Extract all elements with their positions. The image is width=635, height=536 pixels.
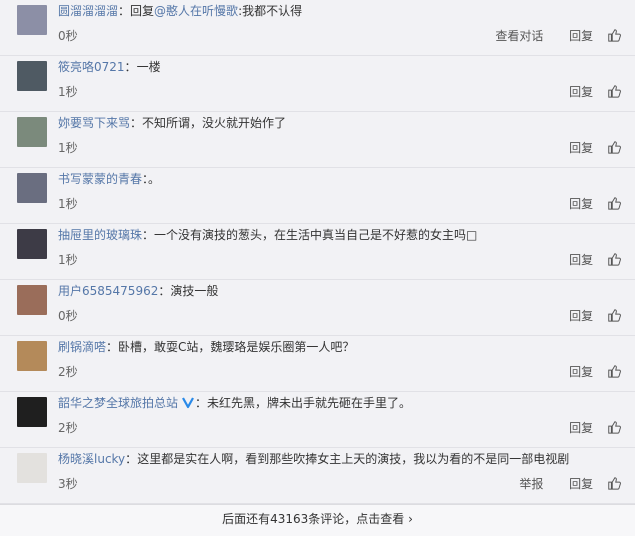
verified-v-icon: [181, 395, 195, 409]
comment-actions: 回复: [547, 308, 621, 324]
thumbs-up-icon[interactable]: [607, 476, 621, 490]
thumbs-up-icon[interactable]: [607, 364, 621, 378]
avatar[interactable]: [17, 229, 47, 259]
comment-text: 不知所谓，没火就开始作了: [142, 116, 287, 130]
comment-actions: 查看对话 回复: [473, 28, 621, 44]
comment-line: 圆溜溜溜溜：回复@憨人在听慢歌:我都不认得: [58, 2, 302, 20]
mention-link[interactable]: @憨人在听慢歌: [154, 4, 238, 18]
comment-actions: 回复: [547, 420, 621, 436]
timestamp: 2秒: [58, 421, 78, 435]
thumbs-up-icon[interactable]: [607, 196, 621, 210]
reply-button[interactable]: 回复: [569, 197, 593, 211]
comment-item: 韶华之梦全球旅拍总站 ：未红先黑，牌未出手就先砸在手里了。 2秒 回复: [0, 392, 635, 448]
comment-text: 一个没有演技的葱头，在生活中真当自己是不好惹的女主吗□: [154, 228, 478, 242]
avatar[interactable]: [17, 173, 47, 203]
comment-actions: 回复: [547, 364, 621, 380]
reply-button[interactable]: 回复: [569, 365, 593, 379]
comment-item: 书写蒙蒙的青春：。 1秒 回复: [0, 168, 635, 224]
colon: ：: [118, 4, 131, 18]
thumbs-up-icon[interactable]: [607, 308, 621, 322]
timestamp: 1秒: [58, 141, 78, 155]
avatar[interactable]: [17, 61, 47, 91]
reply-button[interactable]: 回复: [569, 85, 593, 99]
username-link[interactable]: 韶华之梦全球旅拍总站: [58, 396, 178, 410]
timestamp: 2秒: [58, 365, 78, 379]
timestamp: 0秒: [58, 29, 78, 43]
comment-actions: 回复: [547, 196, 621, 212]
reply-button[interactable]: 回复: [569, 141, 593, 155]
comment-line: 用户6585475962：演技一般: [58, 282, 218, 300]
reply-prefix: 回复: [130, 4, 155, 18]
comment-text: 未红先黑，牌未出手就先砸在手里了。: [207, 396, 412, 410]
timestamp: 1秒: [58, 197, 78, 211]
thumbs-up-icon[interactable]: [607, 420, 621, 434]
thumbs-up-icon[interactable]: [607, 140, 621, 154]
comment-line: 书写蒙蒙的青春：。: [58, 170, 160, 188]
reply-button[interactable]: 回复: [569, 29, 593, 43]
thumbs-up-icon[interactable]: [607, 28, 621, 42]
username-link[interactable]: 妳要骂下来骂: [58, 116, 130, 130]
avatar[interactable]: [17, 5, 47, 35]
comment-line: 妳要骂下来骂：不知所谓，没火就开始作了: [58, 114, 286, 132]
comment-actions: 回复: [547, 84, 621, 100]
comment-text: 一楼: [136, 60, 161, 74]
thumbs-up-icon[interactable]: [607, 84, 621, 98]
comment-item: 妳要骂下来骂：不知所谓，没火就开始作了 1秒 回复: [0, 112, 635, 168]
comment-item: 筱亮咯0721：一楼 1秒 回复: [0, 56, 635, 112]
comment-line: 抽屉里的玻璃珠：一个没有演技的葱头，在生活中真当自己是不好惹的女主吗□: [58, 226, 477, 244]
username-link[interactable]: 用户6585475962: [58, 284, 158, 298]
comment-line: 刷锅滴嗒：卧槽，敢耍C站，魏璎珞是娱乐圈第一人吧？: [58, 338, 354, 356]
comment-item: 圆溜溜溜溜：回复@憨人在听慢歌:我都不认得 0秒 查看对话 回复: [0, 0, 635, 56]
colon: ：: [125, 452, 138, 466]
comment-line: 筱亮咯0721：一楼: [58, 58, 161, 76]
username-link[interactable]: 刷锅滴嗒: [58, 340, 106, 354]
avatar[interactable]: [17, 117, 47, 147]
colon: ：: [142, 228, 155, 242]
avatar[interactable]: [17, 453, 47, 483]
timestamp: 1秒: [58, 85, 78, 99]
username-link[interactable]: 筱亮咯0721: [58, 60, 125, 74]
username-link[interactable]: 抽屉里的玻璃珠: [58, 228, 142, 242]
avatar[interactable]: [17, 397, 47, 427]
colon: ：: [130, 116, 143, 130]
avatar[interactable]: [17, 341, 47, 371]
comment-text: 卧槽，敢耍C站，魏璎珞是娱乐圈第一人吧？: [118, 340, 355, 354]
username-link[interactable]: 杨晓溪lucky: [58, 452, 125, 466]
comment-actions: 回复: [547, 140, 621, 156]
comment-text: 。: [148, 172, 161, 186]
report-button[interactable]: 举报: [519, 477, 543, 491]
username-link[interactable]: 书写蒙蒙的青春: [58, 172, 142, 186]
timestamp: 1秒: [58, 253, 78, 267]
comment-text: 这里都是实在人啊，看到那些吹捧女主上天的演技，我以为看的不是同一部电视剧: [137, 452, 570, 466]
avatar[interactable]: [17, 285, 47, 315]
chevron-right-icon: ›: [408, 512, 413, 526]
comment-item: 刷锅滴嗒：卧槽，敢耍C站，魏璎珞是娱乐圈第一人吧？ 2秒 回复: [0, 336, 635, 392]
colon: ：: [124, 60, 137, 74]
comment-item: 抽屉里的玻璃珠：一个没有演技的葱头，在生活中真当自己是不好惹的女主吗□ 1秒 回…: [0, 224, 635, 280]
comment-line: 杨晓溪lucky：这里都是实在人啊，看到那些吹捧女主上天的演技，我以为看的不是同…: [58, 450, 569, 468]
colon: ：: [158, 284, 171, 298]
reply-button[interactable]: 回复: [569, 477, 593, 491]
view-more-comments-link[interactable]: 后面还有43163条评论，点击查看 ›: [0, 504, 635, 536]
reply-button[interactable]: 回复: [569, 309, 593, 323]
comment-line: 韶华之梦全球旅拍总站 ：未红先黑，牌未出手就先砸在手里了。: [58, 394, 411, 412]
view-conversation-button[interactable]: 查看对话: [495, 29, 543, 43]
comment-item: 用户6585475962：演技一般 0秒 回复: [0, 280, 635, 336]
comment-text: 演技一般: [170, 284, 219, 298]
thumbs-up-icon[interactable]: [607, 252, 621, 266]
view-more-label: 后面还有43163条评论，点击查看: [222, 512, 405, 526]
comment-item: 杨晓溪lucky：这里都是实在人啊，看到那些吹捧女主上天的演技，我以为看的不是同…: [0, 448, 635, 504]
timestamp: 3秒: [58, 477, 78, 491]
reply-button[interactable]: 回复: [569, 421, 593, 435]
comment-text: :我都不认得: [238, 4, 303, 18]
colon: ：: [106, 340, 119, 354]
timestamp: 0秒: [58, 309, 78, 323]
colon: ：: [195, 396, 208, 410]
reply-button[interactable]: 回复: [569, 253, 593, 267]
username-link[interactable]: 圆溜溜溜溜: [58, 4, 118, 18]
comment-actions: 回复: [547, 252, 621, 268]
comment-actions: 举报 回复: [497, 476, 621, 492]
